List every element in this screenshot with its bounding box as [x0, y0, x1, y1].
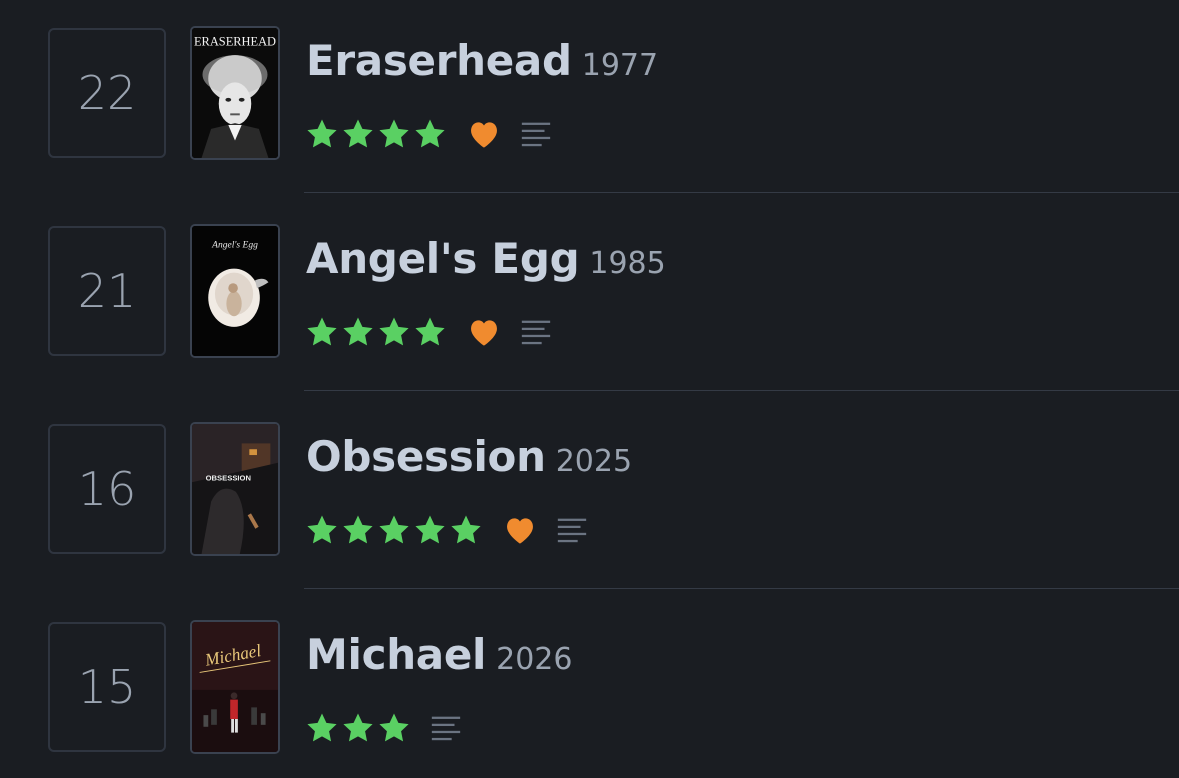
film-meta — [305, 710, 463, 746]
star-rating — [305, 315, 447, 349]
star-icon — [343, 119, 373, 148]
heart-icon[interactable] — [467, 119, 501, 149]
film-entry[interactable]: 22 ERASERHEAD Eraserhead 1977 — [0, 0, 1179, 198]
film-entry[interactable]: 15 Michael Michael 2026 — [0, 594, 1179, 778]
review-text-icon[interactable] — [519, 117, 553, 151]
film-year[interactable]: 2026 — [496, 642, 572, 677]
review-text-icon[interactable] — [519, 315, 553, 349]
star-icon — [379, 119, 409, 148]
poster-image[interactable]: Angel's Egg — [190, 224, 280, 358]
star-icon — [415, 119, 445, 148]
film-title[interactable]: Eraserhead — [306, 36, 572, 85]
star-icon — [307, 317, 337, 346]
review-text-icon[interactable] — [555, 513, 589, 547]
poster-image[interactable]: ERASERHEAD — [190, 26, 280, 160]
film-meta — [305, 512, 589, 548]
film-meta — [305, 314, 553, 350]
star-icon — [415, 317, 445, 346]
rank-box: 15 — [48, 622, 166, 752]
rank-box: 22 — [48, 28, 166, 158]
divider — [304, 192, 1179, 193]
star-icon — [307, 119, 337, 148]
rank-box: 21 — [48, 226, 166, 356]
star-icon — [307, 515, 337, 544]
film-list: 22 ERASERHEAD Eraserhead 1977 21 Angel's… — [0, 0, 1179, 778]
poster-title-text: Angel's Egg — [211, 239, 258, 250]
star-rating — [305, 711, 411, 745]
film-year[interactable]: 2025 — [556, 444, 632, 479]
film-title-line: Obsession 2025 — [306, 436, 632, 478]
heart-icon[interactable] — [503, 515, 537, 545]
divider — [304, 588, 1179, 589]
film-year[interactable]: 1985 — [589, 246, 665, 281]
star-icon — [343, 515, 373, 544]
film-title-line: Angel's Egg 1985 — [306, 238, 666, 280]
star-icon — [307, 713, 337, 742]
rank-box: 16 — [48, 424, 166, 554]
poster-image[interactable]: OBSESSION — [190, 422, 280, 556]
star-rating — [305, 117, 447, 151]
film-meta — [305, 116, 553, 152]
star-icon — [379, 713, 409, 742]
film-title-line: Michael 2026 — [306, 634, 572, 676]
star-icon — [343, 317, 373, 346]
heart-icon[interactable] — [467, 317, 501, 347]
divider — [304, 390, 1179, 391]
review-text-icon[interactable] — [429, 711, 463, 745]
film-year[interactable]: 1977 — [582, 48, 658, 83]
film-entry[interactable]: 16 OBSESSION Obsession 2025 — [0, 396, 1179, 594]
poster-title-text: OBSESSION — [206, 473, 252, 482]
film-title[interactable]: Angel's Egg — [306, 234, 580, 283]
star-icon — [343, 713, 373, 742]
poster-title-text: ERASERHEAD — [194, 34, 276, 48]
film-title-line: Eraserhead 1977 — [306, 40, 658, 82]
film-entry[interactable]: 21 Angel's Egg Angel's Egg 1985 — [0, 198, 1179, 396]
poster-image[interactable]: Michael — [190, 620, 280, 754]
star-icon — [451, 515, 481, 544]
star-icon — [379, 515, 409, 544]
star-icon — [379, 317, 409, 346]
film-title[interactable]: Michael — [306, 630, 486, 679]
star-icon — [415, 515, 445, 544]
star-rating — [305, 513, 483, 547]
film-title[interactable]: Obsession — [306, 432, 546, 481]
